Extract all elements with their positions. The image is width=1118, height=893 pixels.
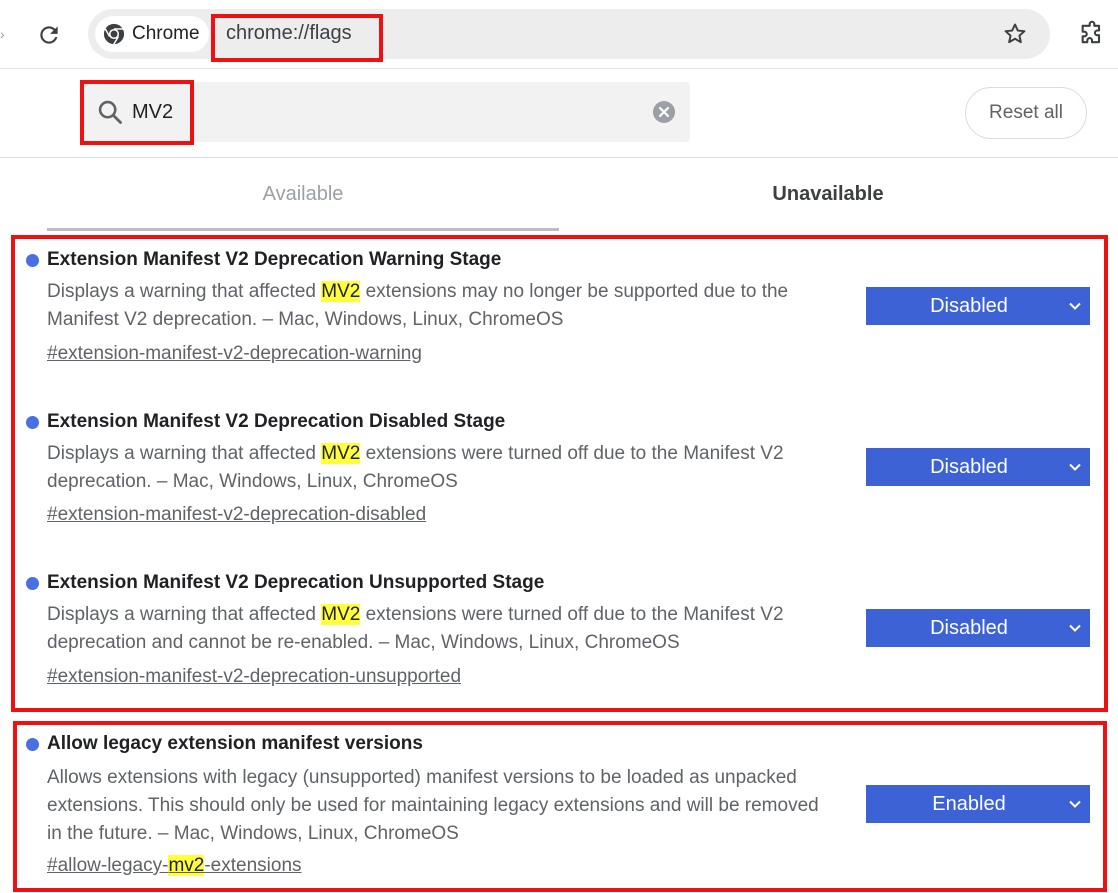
flag-state-select[interactable]: Disabled [866, 287, 1090, 325]
flag-state-select[interactable]: Enabled [866, 785, 1090, 823]
flag-title: Allow legacy extension manifest versions [47, 733, 423, 754]
flag-description: Allows extensions with legacy (unsupport… [47, 767, 819, 844]
tab-unavailable[interactable]: Unavailable [572, 172, 1084, 228]
flag-permalink[interactable]: #extension-manifest-v2-deprecation-disab… [47, 503, 426, 527]
flag-state-value: Disabled [930, 295, 1008, 317]
search-match-highlight: MV2 [321, 443, 361, 464]
search-match-highlight: mv2 [168, 855, 205, 876]
flag-state-value: Enabled [932, 793, 1006, 815]
site-info-chip[interactable]: Chrome [95, 16, 209, 52]
search-icon [98, 100, 122, 124]
chevron-down-icon [1069, 800, 1081, 808]
forward-icon[interactable]: › [0, 26, 8, 42]
flag-description: Displays a warning that affected MV2 ext… [47, 443, 784, 492]
clear-search-icon[interactable] [652, 100, 676, 124]
flag-permalink[interactable]: #allow-legacy-mv2-extensions [47, 854, 302, 878]
flag-status-dot [26, 416, 39, 429]
flag-state-value: Disabled [930, 617, 1008, 639]
chevron-down-icon [1069, 302, 1081, 310]
search-match-highlight: MV2 [321, 604, 361, 625]
chrome-logo-icon [103, 23, 125, 45]
flag-permalink[interactable]: #extension-manifest-v2-deprecation-warni… [47, 342, 422, 366]
reload-icon[interactable] [36, 22, 62, 48]
browser-toolbar: › Chrome chrome://flags [0, 0, 1118, 69]
chevron-down-icon [1069, 624, 1081, 632]
flag-description: Displays a warning that affected MV2 ext… [47, 604, 784, 653]
reset-all-button[interactable]: Reset all [965, 87, 1087, 139]
flag-state-select[interactable]: Disabled [866, 609, 1090, 647]
search-match-highlight: MV2 [321, 281, 361, 302]
omnibox[interactable]: Chrome chrome://flags [88, 9, 1050, 59]
flag-status-dot [26, 577, 39, 590]
extensions-puzzle-icon[interactable] [1078, 20, 1106, 48]
search-input[interactable] [132, 92, 632, 132]
bookmark-star-icon[interactable] [1002, 21, 1028, 47]
flag-state-select[interactable]: Disabled [866, 448, 1090, 486]
chevron-down-icon [1069, 463, 1081, 471]
flag-status-dot [26, 738, 39, 751]
flags-header: Reset all [0, 69, 1118, 158]
flag-status-dot [26, 254, 39, 267]
tab-available[interactable]: Available [47, 172, 559, 231]
search-box[interactable] [84, 82, 690, 142]
flag-state-value: Disabled [930, 456, 1008, 478]
flag-permalink[interactable]: #extension-manifest-v2-deprecation-unsup… [47, 665, 461, 689]
chip-label: Chrome [132, 23, 200, 44]
flag-title: Extension Manifest V2 Deprecation Unsupp… [47, 572, 545, 593]
flag-title: Extension Manifest V2 Deprecation Warnin… [47, 249, 502, 270]
flag-description: Displays a warning that affected MV2 ext… [47, 281, 789, 330]
flag-title: Extension Manifest V2 Deprecation Disabl… [47, 411, 506, 432]
url-text[interactable]: chrome://flags [226, 21, 352, 45]
